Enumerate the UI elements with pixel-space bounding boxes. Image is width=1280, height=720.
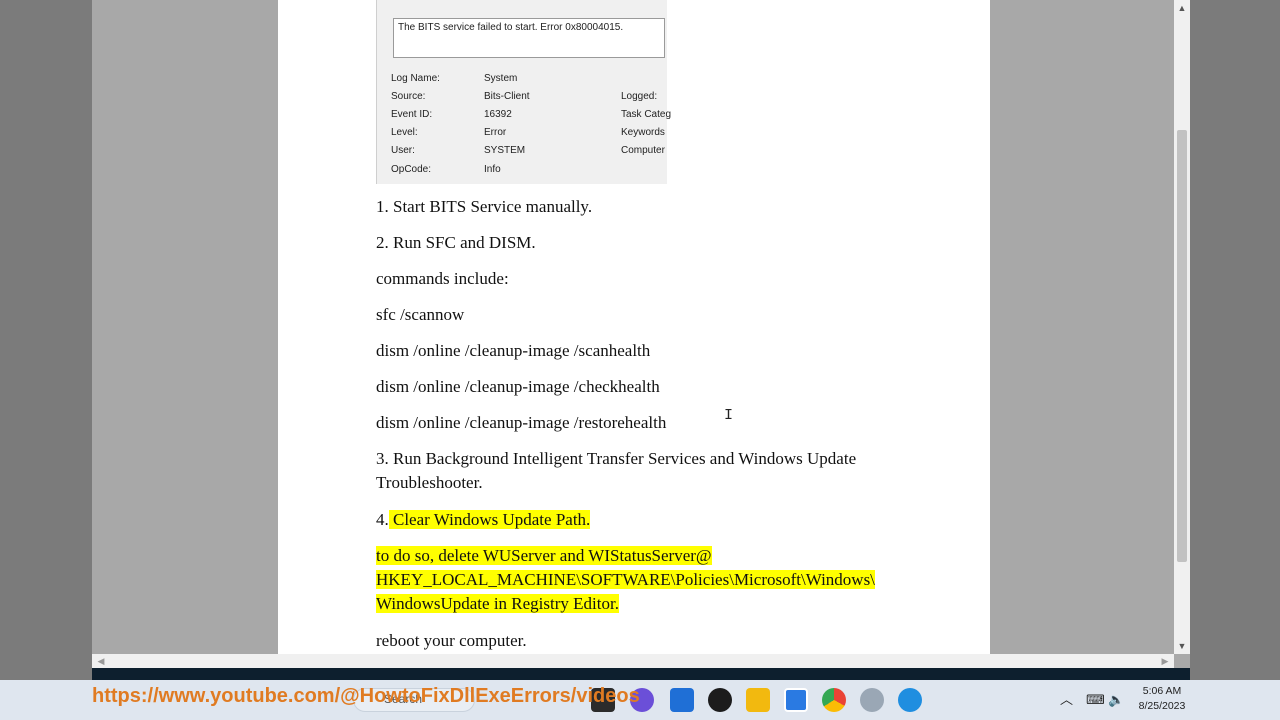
settings-app-icon[interactable] (860, 688, 884, 712)
event-field-label: Level: (391, 127, 418, 138)
event-field-label: Event ID: (391, 109, 433, 120)
step-1: 1. Start BITS Service manually. (376, 197, 593, 216)
event-field-value: Info (484, 164, 501, 175)
active-app-icon[interactable] (784, 688, 808, 712)
media-player-icon[interactable] (708, 688, 732, 712)
event-field-label: Log Name: (391, 73, 440, 84)
event-message: The BITS service failed to start. Error … (393, 18, 665, 58)
step-4-number: 4. (376, 510, 389, 529)
left-background (0, 0, 92, 680)
step-4: 4. Clear Windows Update Path. (376, 508, 936, 532)
file-explorer-icon[interactable] (746, 688, 770, 712)
event-field-value: Error (484, 127, 507, 138)
event-field-label: Source: (391, 91, 426, 102)
horizontal-scrollbar[interactable]: ◀ ▶ (92, 654, 1174, 668)
scrollbar-thumb[interactable] (1177, 130, 1187, 562)
command-dism-checkhealth: dism /online /cleanup-image /checkhealth (376, 377, 660, 396)
step-4-highlighted-text: Clear Windows Update Path. (388, 510, 591, 529)
text-cursor-icon: I (724, 407, 734, 424)
document-page[interactable]: The BITS service failed to start. Error … (278, 0, 990, 654)
registry-line-1: to do so, delete WUServer and WIStatusSe… (376, 544, 936, 568)
right-background (1190, 0, 1280, 680)
event-field-value: 16392 (484, 109, 512, 120)
registry-line-2: HKEY_LOCAL_MACHINE\SOFTWARE\Policies\Mic… (376, 568, 936, 592)
event-field-label: User: (391, 145, 415, 156)
event-field-right: Keywords (621, 127, 665, 138)
vertical-scrollbar[interactable]: ▲ ▼ (1174, 0, 1190, 654)
scroll-down-arrow-icon[interactable]: ▼ (1174, 638, 1190, 654)
event-viewer-screenshot: The BITS service failed to start. Error … (376, 0, 671, 184)
clock-date: 8/25/2023 (1138, 700, 1186, 712)
step-3-line-2: Troubleshooter. (376, 473, 483, 492)
commands-intro: commands include: (376, 269, 509, 288)
scroll-right-arrow-icon[interactable]: ▶ (1158, 654, 1172, 668)
scroll-left-arrow-icon[interactable]: ◀ (94, 654, 108, 668)
network-icon[interactable]: ⌨ (1086, 680, 1105, 720)
step-2: 2. Run SFC and DISM. (376, 233, 536, 252)
event-field-label: OpCode: (391, 164, 432, 175)
command-dism-restorehealth: dism /online /cleanup-image /restoreheal… (376, 413, 667, 432)
clock-time: 5:06 AM (1142, 685, 1182, 697)
event-field-value: Bits-Client (484, 91, 530, 102)
registry-text: WindowsUpdate in Registry Editor. (376, 594, 619, 613)
command-dism-scanhealth: dism /online /cleanup-image /scanhealth (376, 341, 651, 360)
event-field-right: Task Categ (621, 109, 672, 120)
registry-text: HKEY_LOCAL_MACHINE\SOFTWARE\Policies\Mic… (376, 570, 875, 589)
reboot-instruction: reboot your computer. (376, 631, 527, 650)
taskbar-clock[interactable]: 5:06 AM 8/25/2023 (1132, 684, 1192, 714)
registry-line-3: WindowsUpdate in Registry Editor. (376, 592, 936, 616)
event-field-right: Logged: (621, 91, 658, 102)
event-field-right: Computer (621, 145, 665, 156)
command-sfc: sfc /scannow (376, 305, 465, 324)
volume-icon[interactable]: 🔈 (1108, 680, 1124, 720)
step-3-line-1: 3. Run Background Intelligent Transfer S… (376, 449, 857, 468)
store-app-icon[interactable] (670, 688, 694, 712)
event-field-value: System (484, 73, 518, 84)
document-canvas: The BITS service failed to start. Error … (92, 0, 1174, 654)
show-hidden-icons-icon[interactable]: ︿ (1060, 680, 1073, 720)
registry-text: to do so, delete WUServer and WIStatusSe… (376, 546, 712, 565)
event-field-value: SYSTEM (484, 145, 526, 156)
word-processor-window: The BITS service failed to start. Error … (92, 0, 1190, 668)
channel-url-overlay: https://www.youtube.com/@HowtoFixDllExeE… (92, 685, 640, 707)
help-app-icon[interactable] (898, 688, 922, 712)
scroll-up-arrow-icon[interactable]: ▲ (1174, 0, 1190, 16)
chrome-icon[interactable] (822, 688, 846, 712)
